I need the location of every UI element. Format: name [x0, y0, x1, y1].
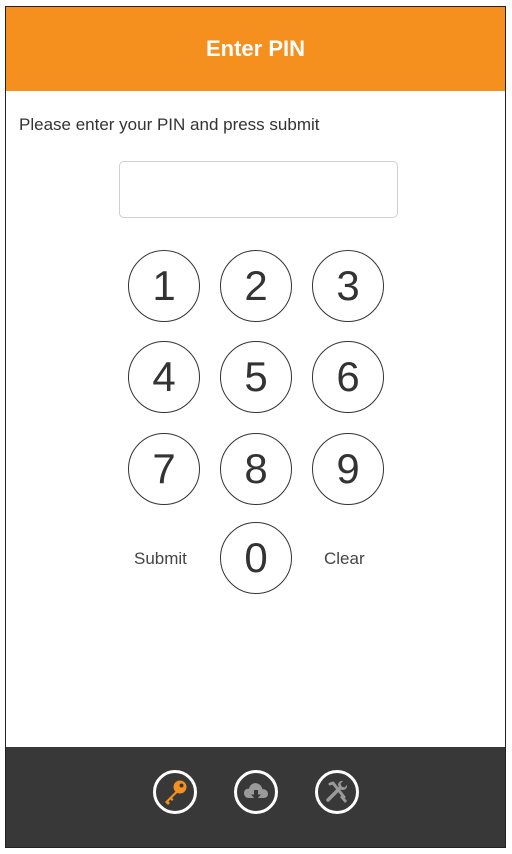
keypad: 1 2 3 4 5 6 7 8 9 Submit 0 Clear — [6, 7, 505, 847]
key-6[interactable]: 6 — [312, 341, 384, 413]
key-5[interactable]: 5 — [220, 341, 292, 413]
app-frame: Enter PIN Please enter your PIN and pres… — [5, 6, 506, 848]
key-2[interactable]: 2 — [220, 250, 292, 322]
cloud-download-icon — [244, 783, 268, 800]
key-3[interactable]: 3 — [312, 250, 384, 322]
footer-bar — [6, 747, 505, 847]
key-icon — [165, 780, 187, 805]
cloud-download-icon-button[interactable] — [234, 770, 278, 814]
key-1[interactable]: 1 — [128, 250, 200, 322]
key-0[interactable]: 0 — [220, 522, 292, 594]
key-icon-button[interactable] — [153, 770, 197, 814]
key-4[interactable]: 4 — [128, 341, 200, 413]
key-9[interactable]: 9 — [312, 433, 384, 505]
key-7[interactable]: 7 — [128, 433, 200, 505]
tools-icon — [326, 780, 348, 803]
key-8[interactable]: 8 — [220, 433, 292, 505]
clear-button[interactable]: Clear — [324, 549, 365, 569]
tools-icon-button[interactable] — [315, 770, 359, 814]
submit-button[interactable]: Submit — [134, 549, 187, 569]
